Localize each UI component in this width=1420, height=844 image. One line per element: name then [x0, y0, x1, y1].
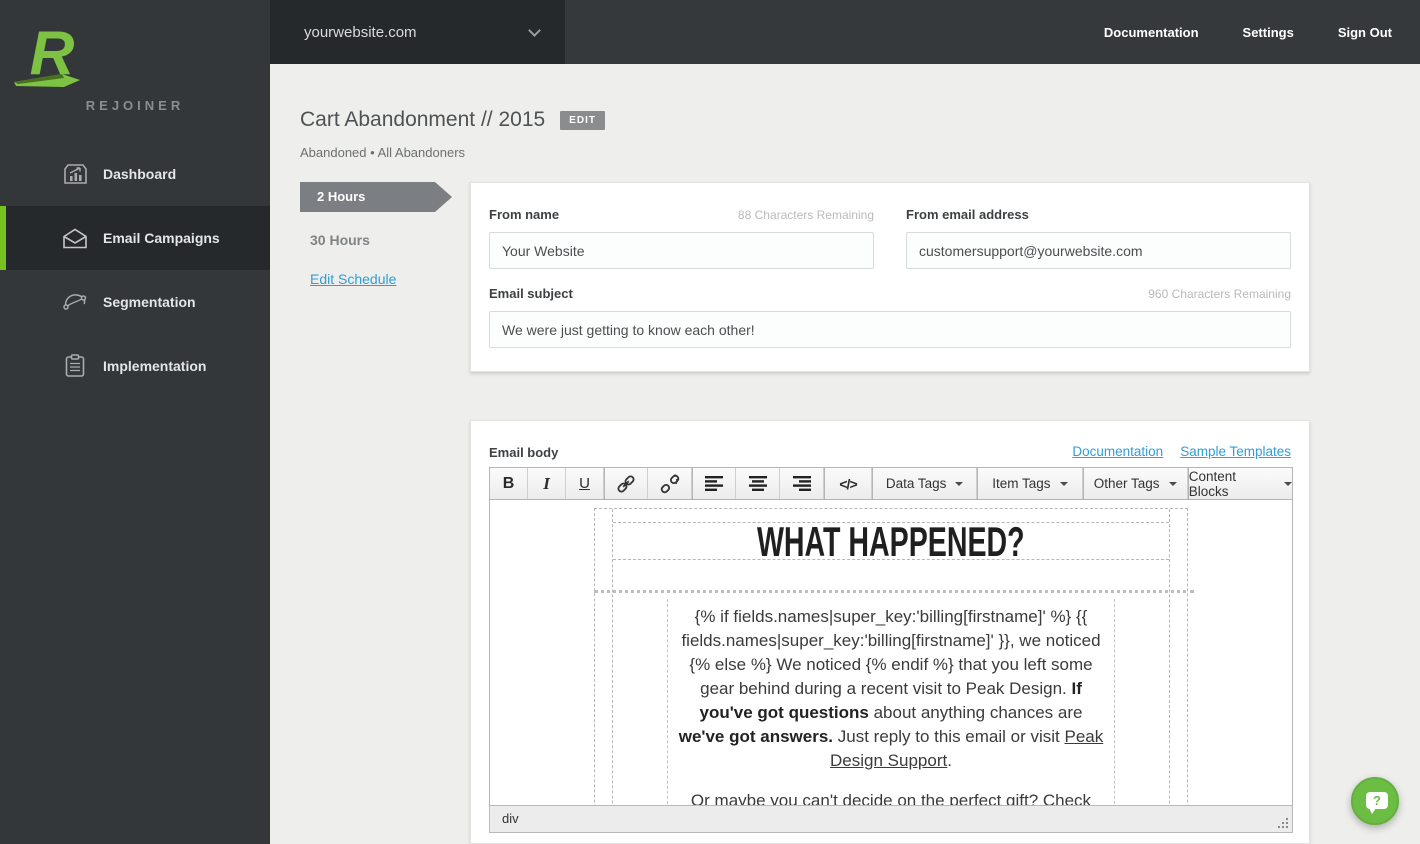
sidebar-item-label: Segmentation: [103, 294, 196, 310]
italic-button[interactable]: I: [528, 468, 566, 499]
sidebar-item-segmentation[interactable]: Segmentation: [0, 270, 270, 334]
item-tags-label: Item Tags: [992, 476, 1051, 491]
body-text: {% if fields.names|super_key:'billing[fi…: [681, 607, 1101, 698]
dashboard-chart-icon: [62, 161, 88, 187]
sidebar-item-label: Implementation: [103, 358, 207, 374]
data-tags-dropdown[interactable]: Data Tags: [872, 468, 978, 499]
align-right-button[interactable]: [780, 468, 824, 499]
editor-status-bar: div: [489, 805, 1293, 833]
sign-out-link[interactable]: Sign Out: [1338, 25, 1392, 40]
settings-link[interactable]: Settings: [1243, 25, 1294, 40]
sidebar: R REJOINER Dashboard Email Campaigns Seg…: [0, 0, 270, 844]
chevron-down-icon: [528, 24, 541, 37]
documentation-link[interactable]: Documentation: [1104, 25, 1199, 40]
clipboard-icon: [62, 353, 88, 379]
sender-form-card: From name 88 Characters Remaining From e…: [470, 182, 1310, 372]
editor-toolbar: B I U </> Data Tags Item Tags Other Tags…: [489, 467, 1293, 500]
schedule-step-2-hours[interactable]: 2 Hours: [300, 182, 452, 212]
element-path: div: [502, 811, 519, 826]
page-subtitle: Abandoned • All Abandoners: [300, 145, 466, 160]
email-body-card: Email body Documentation Sample Template…: [470, 420, 1310, 844]
from-email-label: From email address: [906, 207, 1029, 222]
sidebar-item-dashboard[interactable]: Dashboard: [0, 142, 270, 206]
body-documentation-link[interactable]: Documentation: [1072, 444, 1163, 459]
template-divider: [594, 590, 1194, 593]
subject-chars-remaining: 960 Characters Remaining: [1148, 287, 1291, 301]
envelope-icon: [62, 225, 88, 251]
bold-button[interactable]: B: [490, 468, 528, 499]
site-selector-value: yourwebsite.com: [304, 23, 417, 41]
caret-down-icon: [1168, 481, 1177, 486]
topbar-links: Documentation Settings Sign Out: [1104, 0, 1392, 64]
from-name-chars-remaining: 88 Characters Remaining: [737, 208, 874, 222]
source-code-button[interactable]: </>: [824, 468, 872, 499]
other-tags-dropdown[interactable]: Other Tags: [1082, 468, 1188, 499]
page-title: Cart Abandonment // 2015: [300, 108, 546, 131]
email-body-editor[interactable]: WHAT HAPPENED? {% if fields.names|super_…: [489, 500, 1293, 806]
sidebar-item-implementation[interactable]: Implementation: [0, 334, 270, 398]
other-tags-label: Other Tags: [1093, 476, 1160, 491]
from-name-input[interactable]: [489, 232, 874, 269]
align-center-button[interactable]: [736, 468, 780, 499]
body-text: about anything chances are: [868, 703, 1083, 722]
underline-button[interactable]: U: [566, 468, 604, 499]
chat-bubble-icon: ?: [1366, 792, 1388, 814]
page-title-row: Cart Abandonment // 2015 EDIT: [300, 108, 605, 132]
body-text-clipped: Or maybe you can't decide on the perfect…: [690, 791, 1092, 806]
resize-grip[interactable]: [1286, 826, 1288, 828]
caret-down-icon: [1059, 481, 1068, 486]
topbar: yourwebsite.com Documentation Settings S…: [270, 0, 1420, 64]
email-heading: WHAT HAPPENED?: [757, 518, 1025, 565]
rejoiner-logo-icon[interactable]: R: [0, 16, 270, 96]
item-tags-dropdown[interactable]: Item Tags: [977, 468, 1083, 499]
body-text: Just reply to this email or visit: [833, 727, 1065, 746]
data-tags-label: Data Tags: [885, 476, 947, 491]
content-blocks-label: Content Blocks: [1188, 468, 1237, 499]
email-subject-input[interactable]: [489, 311, 1291, 348]
sidebar-item-email-campaigns[interactable]: Email Campaigns: [0, 206, 270, 270]
body-text: .: [947, 751, 952, 770]
template-heading-block: WHAT HAPPENED?: [613, 518, 1169, 565]
template-text-block: {% if fields.names|super_key:'billing[fi…: [667, 599, 1115, 806]
content-blocks-dropdown[interactable]: Content Blocks: [1187, 468, 1292, 499]
from-email-input[interactable]: [906, 232, 1291, 269]
edit-title-button[interactable]: EDIT: [560, 110, 605, 130]
site-selector-dropdown[interactable]: yourwebsite.com: [270, 0, 565, 64]
brand-name: REJOINER: [85, 98, 185, 113]
main-content: Cart Abandonment // 2015 EDIT Abandoned …: [270, 64, 1420, 844]
schedule-step-30-hours[interactable]: 30 Hours: [310, 232, 370, 248]
align-left-button[interactable]: [692, 468, 736, 499]
svg-text:R: R: [30, 19, 75, 88]
sidebar-nav: Dashboard Email Campaigns Segmentation I…: [0, 142, 270, 398]
sample-templates-link[interactable]: Sample Templates: [1180, 444, 1291, 459]
email-body-links: Documentation Sample Templates: [1072, 444, 1291, 459]
body-text-bold: we've got answers.: [678, 727, 834, 746]
caret-down-icon: [1284, 481, 1292, 486]
help-chat-button[interactable]: ?: [1351, 777, 1399, 825]
remove-link-button[interactable]: [648, 468, 692, 499]
sidebar-item-label: Dashboard: [103, 166, 177, 182]
segmentation-icon: [62, 289, 88, 315]
edit-schedule-link[interactable]: Edit Schedule: [310, 271, 396, 287]
insert-link-button[interactable]: [604, 468, 648, 499]
sidebar-item-label: Email Campaigns: [103, 230, 220, 246]
caret-down-icon: [955, 481, 964, 486]
email-body-label: Email body: [489, 445, 559, 460]
